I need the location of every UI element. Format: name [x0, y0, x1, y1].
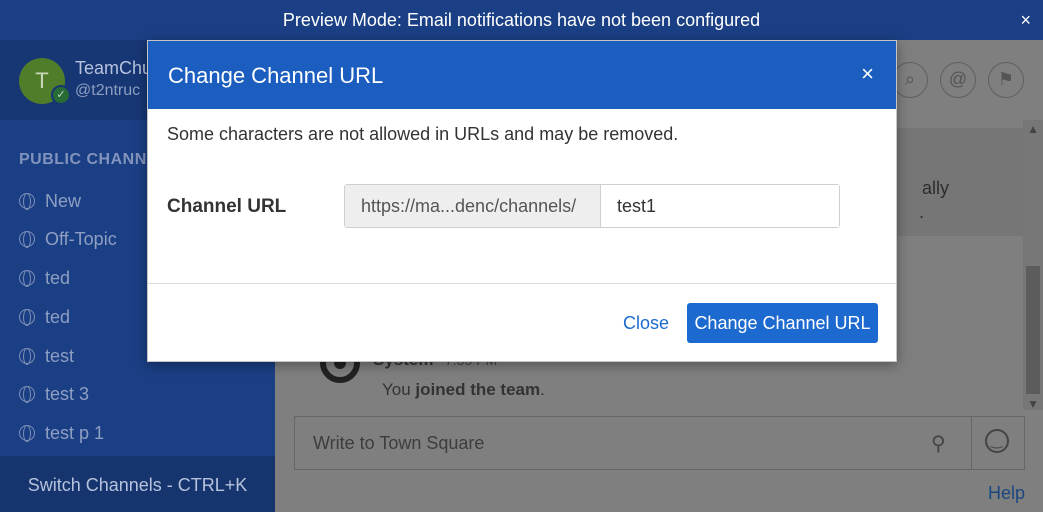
- globe-icon: [19, 348, 35, 365]
- banner-close-icon[interactable]: ×: [1020, 0, 1031, 40]
- sidebar-item-label: test 3: [45, 384, 90, 404]
- sidebar-item-label: Off-Topic: [45, 229, 117, 249]
- username: @t2ntruc: [75, 82, 141, 99]
- attachment-icon[interactable]: ⚲: [931, 431, 946, 456]
- modal-footer-divider: [148, 283, 896, 284]
- change-channel-url-modal: Change Channel URL × Some characters are…: [147, 40, 897, 362]
- search-icon[interactable]: ⌕: [892, 62, 928, 98]
- scroll-down-icon[interactable]: ▼: [1027, 397, 1039, 411]
- message-text-bold: joined the team: [415, 380, 541, 399]
- sidebar-item-label: ted: [45, 307, 71, 327]
- sidebar-item-test[interactable]: test: [19, 344, 74, 368]
- banner-text: Preview Mode: Email notifications have n…: [282, 10, 761, 30]
- change-channel-url-button[interactable]: Change Channel URL: [687, 303, 878, 343]
- sidebar-item-label: test p 1: [45, 423, 105, 443]
- notice-text-line1: ally: [921, 178, 949, 198]
- scrollbar-thumb[interactable]: [1026, 266, 1040, 394]
- globe-icon: [19, 425, 35, 442]
- online-status-icon: ✓: [51, 85, 71, 105]
- sidebar-item-test-3[interactable]: test 3: [19, 382, 89, 406]
- globe-icon: [19, 309, 35, 326]
- sidebar-item-ted[interactable]: ted: [19, 266, 70, 290]
- sidebar-item-test-p-1[interactable]: test p 1: [19, 421, 104, 445]
- flag-icon[interactable]: ⚑: [988, 62, 1024, 98]
- notice-text-line2: .: [918, 202, 924, 222]
- sidebar-item-ted-2[interactable]: ted: [19, 305, 70, 329]
- message-input[interactable]: [295, 417, 971, 469]
- scroll-up-icon[interactable]: ▲: [1027, 122, 1039, 136]
- url-prefix: https://ma...denc/channels/: [345, 185, 601, 227]
- switch-channels-button[interactable]: Switch Channels - CTRL+K: [0, 456, 275, 512]
- globe-icon: [19, 193, 35, 210]
- sidebar-item-new[interactable]: New: [19, 189, 81, 213]
- team-name: TeamChu: [75, 58, 153, 78]
- globe-icon: [19, 231, 35, 248]
- sidebar-item-off-topic[interactable]: Off-Topic: [19, 227, 117, 251]
- modal-header: Change Channel URL ×: [148, 41, 896, 109]
- channel-url-label: Channel URL: [167, 196, 287, 217]
- close-icon[interactable]: ×: [861, 61, 874, 87]
- message-text-suffix: .: [540, 380, 545, 399]
- channel-url-input[interactable]: [601, 185, 839, 227]
- message-text-prefix: You: [382, 380, 416, 399]
- globe-icon: [19, 386, 35, 403]
- channel-url-field-group: https://ma...denc/channels/: [344, 184, 840, 228]
- message-composer: ⚲: [294, 416, 1025, 470]
- sidebar-item-label: test: [45, 346, 75, 366]
- emoji-icon[interactable]: [985, 429, 1009, 453]
- modal-title: Change Channel URL: [168, 63, 384, 88]
- mention-icon[interactable]: @: [940, 62, 976, 98]
- globe-icon: [19, 270, 35, 287]
- composer-divider: [971, 417, 972, 469]
- public-channels-label: PUBLIC CHANN: [19, 151, 147, 168]
- help-link[interactable]: Help: [988, 483, 1025, 504]
- preview-mode-banner: Preview Mode: Email notifications have n…: [0, 0, 1043, 40]
- url-info-text: Some characters are not allowed in URLs …: [167, 124, 679, 144]
- close-button[interactable]: Close: [623, 313, 669, 334]
- sidebar-item-label: New: [45, 191, 82, 211]
- message-text: You joined the team.: [382, 380, 545, 400]
- sidebar-item-label: ted: [45, 268, 71, 288]
